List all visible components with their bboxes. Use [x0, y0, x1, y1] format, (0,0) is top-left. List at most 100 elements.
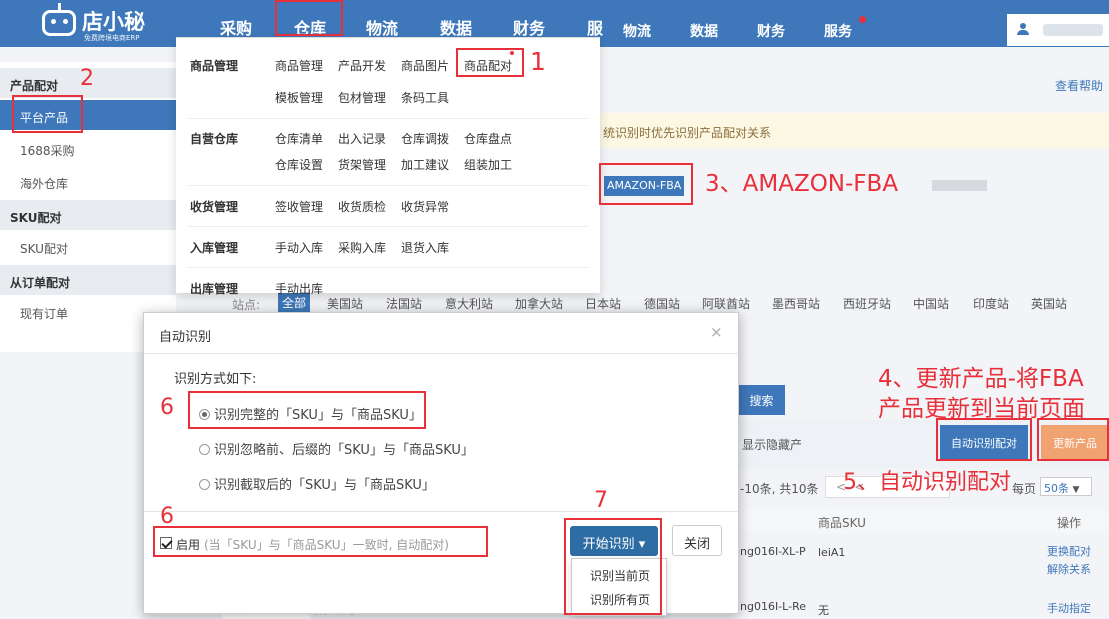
- annotation-box-product-match: [456, 48, 524, 77]
- method-label: 识别方式如下:: [174, 372, 257, 387]
- dialog-header: [144, 313, 738, 354]
- menu-item-template-mgmt[interactable]: 模板管理: [275, 89, 323, 106]
- menu-cat-receiving: 收货管理: [190, 200, 239, 214]
- annotation-box-option-full: [188, 391, 426, 429]
- menu-item-stocktake[interactable]: 仓库盘点: [464, 130, 512, 147]
- sidebar-item-sku-match[interactable]: SKU配对: [0, 231, 176, 261]
- nav-item-finance[interactable]: 财务: [757, 21, 785, 41]
- menu-item-assembly[interactable]: 组装加工: [464, 156, 512, 173]
- user-account-box[interactable]: [1007, 14, 1109, 46]
- row2-manual-assign-link[interactable]: 手动指定: [1047, 600, 1091, 616]
- annotation-step-1: 1: [530, 47, 546, 76]
- sidebar-item-1688-purchase[interactable]: 1688采购: [0, 133, 176, 163]
- sidebar-item-overseas-warehouse[interactable]: 海外仓库: [0, 166, 176, 196]
- menu-item-product-images[interactable]: 商品图片: [401, 57, 449, 74]
- site-filter-es[interactable]: 西班牙站: [843, 295, 891, 312]
- menu-item-warehouse-list[interactable]: 仓库清单: [275, 130, 323, 147]
- site-filter-fr[interactable]: 法国站: [386, 295, 422, 312]
- row2-sku: ng016I-L-Re: [740, 600, 806, 613]
- site-filter-it[interactable]: 意大利站: [445, 295, 493, 312]
- row1-sku: ng016I-XL-P: [740, 545, 806, 558]
- annotation-box-enable: [153, 526, 488, 557]
- site-filter-mx[interactable]: 墨西哥站: [772, 295, 820, 312]
- menu-item-product-mgmt[interactable]: 商品管理: [275, 57, 323, 74]
- menu-item-barcode-tool[interactable]: 条码工具: [401, 89, 449, 106]
- menu-item-packaging-mgmt[interactable]: 包材管理: [338, 89, 386, 106]
- site-filter-ae[interactable]: 阿联酋站: [702, 295, 750, 312]
- table-header: [740, 508, 1109, 534]
- menu-item-product-dev[interactable]: 产品开发: [338, 57, 386, 74]
- menu-item-io-records[interactable]: 出入记录: [338, 130, 386, 147]
- logo-name: 店小秘: [82, 10, 145, 34]
- radio-icon[interactable]: [199, 444, 210, 455]
- row1-unlink-link[interactable]: 解除关系: [1047, 561, 1091, 577]
- option-truncated-sku-label: 识别截取后的「SKU」与「商品SKU」: [214, 478, 435, 493]
- close-dialog-button[interactable]: 关闭: [672, 525, 722, 556]
- help-link[interactable]: 查看帮助: [1055, 77, 1103, 94]
- menu-item-manual-outbound[interactable]: 手动出库: [275, 280, 323, 297]
- radio-icon[interactable]: [199, 479, 210, 490]
- blurred-store-name: [932, 180, 987, 191]
- site-filter-in[interactable]: 印度站: [973, 295, 1009, 312]
- notification-dot-icon: [859, 16, 866, 23]
- annotation-box-warehouse: [275, 0, 343, 36]
- tip-bar: 统识别时优先识别产品配对关系: [600, 113, 1109, 148]
- annotation-box-update-products: [1037, 418, 1109, 461]
- nav-item-data-front[interactable]: 数据: [440, 15, 472, 39]
- col-actions: 操作: [1057, 516, 1082, 530]
- annotation-step-4-line2: 产品更新到当前页面: [878, 396, 1085, 422]
- menu-divider: [188, 118, 588, 119]
- site-filter-uk[interactable]: 英国站: [1031, 295, 1067, 312]
- site-filter-de[interactable]: 德国站: [644, 295, 680, 312]
- menu-item-sign-mgmt[interactable]: 签收管理: [275, 198, 323, 215]
- site-filter-cn[interactable]: 中国站: [913, 295, 949, 312]
- menu-cat-product-mgmt: 商品管理: [190, 59, 239, 73]
- sidebar-group-order-match: 从订单配对: [0, 265, 176, 295]
- annotation-step-6-enable: 6: [160, 504, 174, 529]
- nav-item-service-partial[interactable]: 服: [587, 15, 603, 39]
- nav-item-logistics-front[interactable]: 物流: [366, 15, 398, 39]
- row1-change-match-link[interactable]: 更换配对: [1047, 543, 1091, 559]
- menu-item-warehouse-transfer[interactable]: 仓库调拨: [401, 130, 449, 147]
- blurred-username: [1043, 24, 1103, 36]
- menu-divider: [188, 226, 588, 227]
- menu-divider: [188, 185, 588, 186]
- annotation-box-platform-products: [12, 95, 83, 133]
- row1-product-sku: leiA1: [818, 546, 846, 559]
- site-filter-us[interactable]: 美国站: [327, 295, 363, 312]
- menu-item-receiving-exception[interactable]: 收货异常: [401, 198, 449, 215]
- nav-item-data[interactable]: 数据: [690, 21, 718, 41]
- nav-item-service[interactable]: 服务: [824, 21, 852, 41]
- per-page-select[interactable]: 50条 ▼: [1040, 477, 1092, 496]
- site-filter-ca[interactable]: 加拿大站: [515, 295, 563, 312]
- menu-item-processing-advice[interactable]: 加工建议: [401, 156, 449, 173]
- menu-item-manual-inbound[interactable]: 手动入库: [275, 239, 323, 256]
- nav-item-logistics[interactable]: 物流: [623, 21, 651, 41]
- menu-item-return-inbound[interactable]: 退货入库: [401, 239, 449, 256]
- row2-product-sku: 无: [818, 604, 829, 617]
- search-button[interactable]: 搜索: [738, 385, 785, 415]
- per-page-label: 每页: [1012, 482, 1037, 496]
- dialog-title: 自动识别: [159, 330, 212, 345]
- menu-item-shelf-mgmt[interactable]: 货架管理: [338, 156, 386, 173]
- per-page-value: 50条: [1044, 482, 1069, 495]
- col-product-sku: 商品SKU: [818, 516, 866, 530]
- app-logo[interactable]: 店小秘 免费跨境电商ERP: [40, 3, 170, 42]
- option-ignore-affix[interactable]: 识别忽略前、后缀的「SKU」与「商品SKU」: [199, 439, 474, 458]
- menu-item-qc[interactable]: 收货质检: [338, 198, 386, 215]
- option-truncated-sku[interactable]: 识别截取后的「SKU」与「商品SKU」: [199, 474, 435, 493]
- annotation-step-4-line1: 4、更新产品-将FBA: [878, 366, 1084, 392]
- show-hidden-label[interactable]: 显示隐藏产: [742, 436, 802, 453]
- site-filter-jp[interactable]: 日本站: [585, 295, 621, 312]
- menu-item-warehouse-settings[interactable]: 仓库设置: [275, 156, 323, 173]
- nav-item-finance-front[interactable]: 财务: [513, 15, 545, 39]
- annotation-step-3: 3、AMAZON-FBA: [705, 171, 899, 197]
- annotation-box-amazon-fba: [599, 163, 693, 205]
- menu-item-purchase-inbound[interactable]: 采购入库: [338, 239, 386, 256]
- user-icon: [1017, 23, 1029, 35]
- nav-item-purchase[interactable]: 采购: [220, 15, 252, 39]
- close-icon[interactable]: ×: [710, 323, 723, 341]
- annotation-step-6-option: 6: [160, 395, 174, 420]
- sidebar-group-sku-match: SKU配对: [0, 200, 176, 230]
- chevron-down-icon: ▼: [1072, 485, 1080, 495]
